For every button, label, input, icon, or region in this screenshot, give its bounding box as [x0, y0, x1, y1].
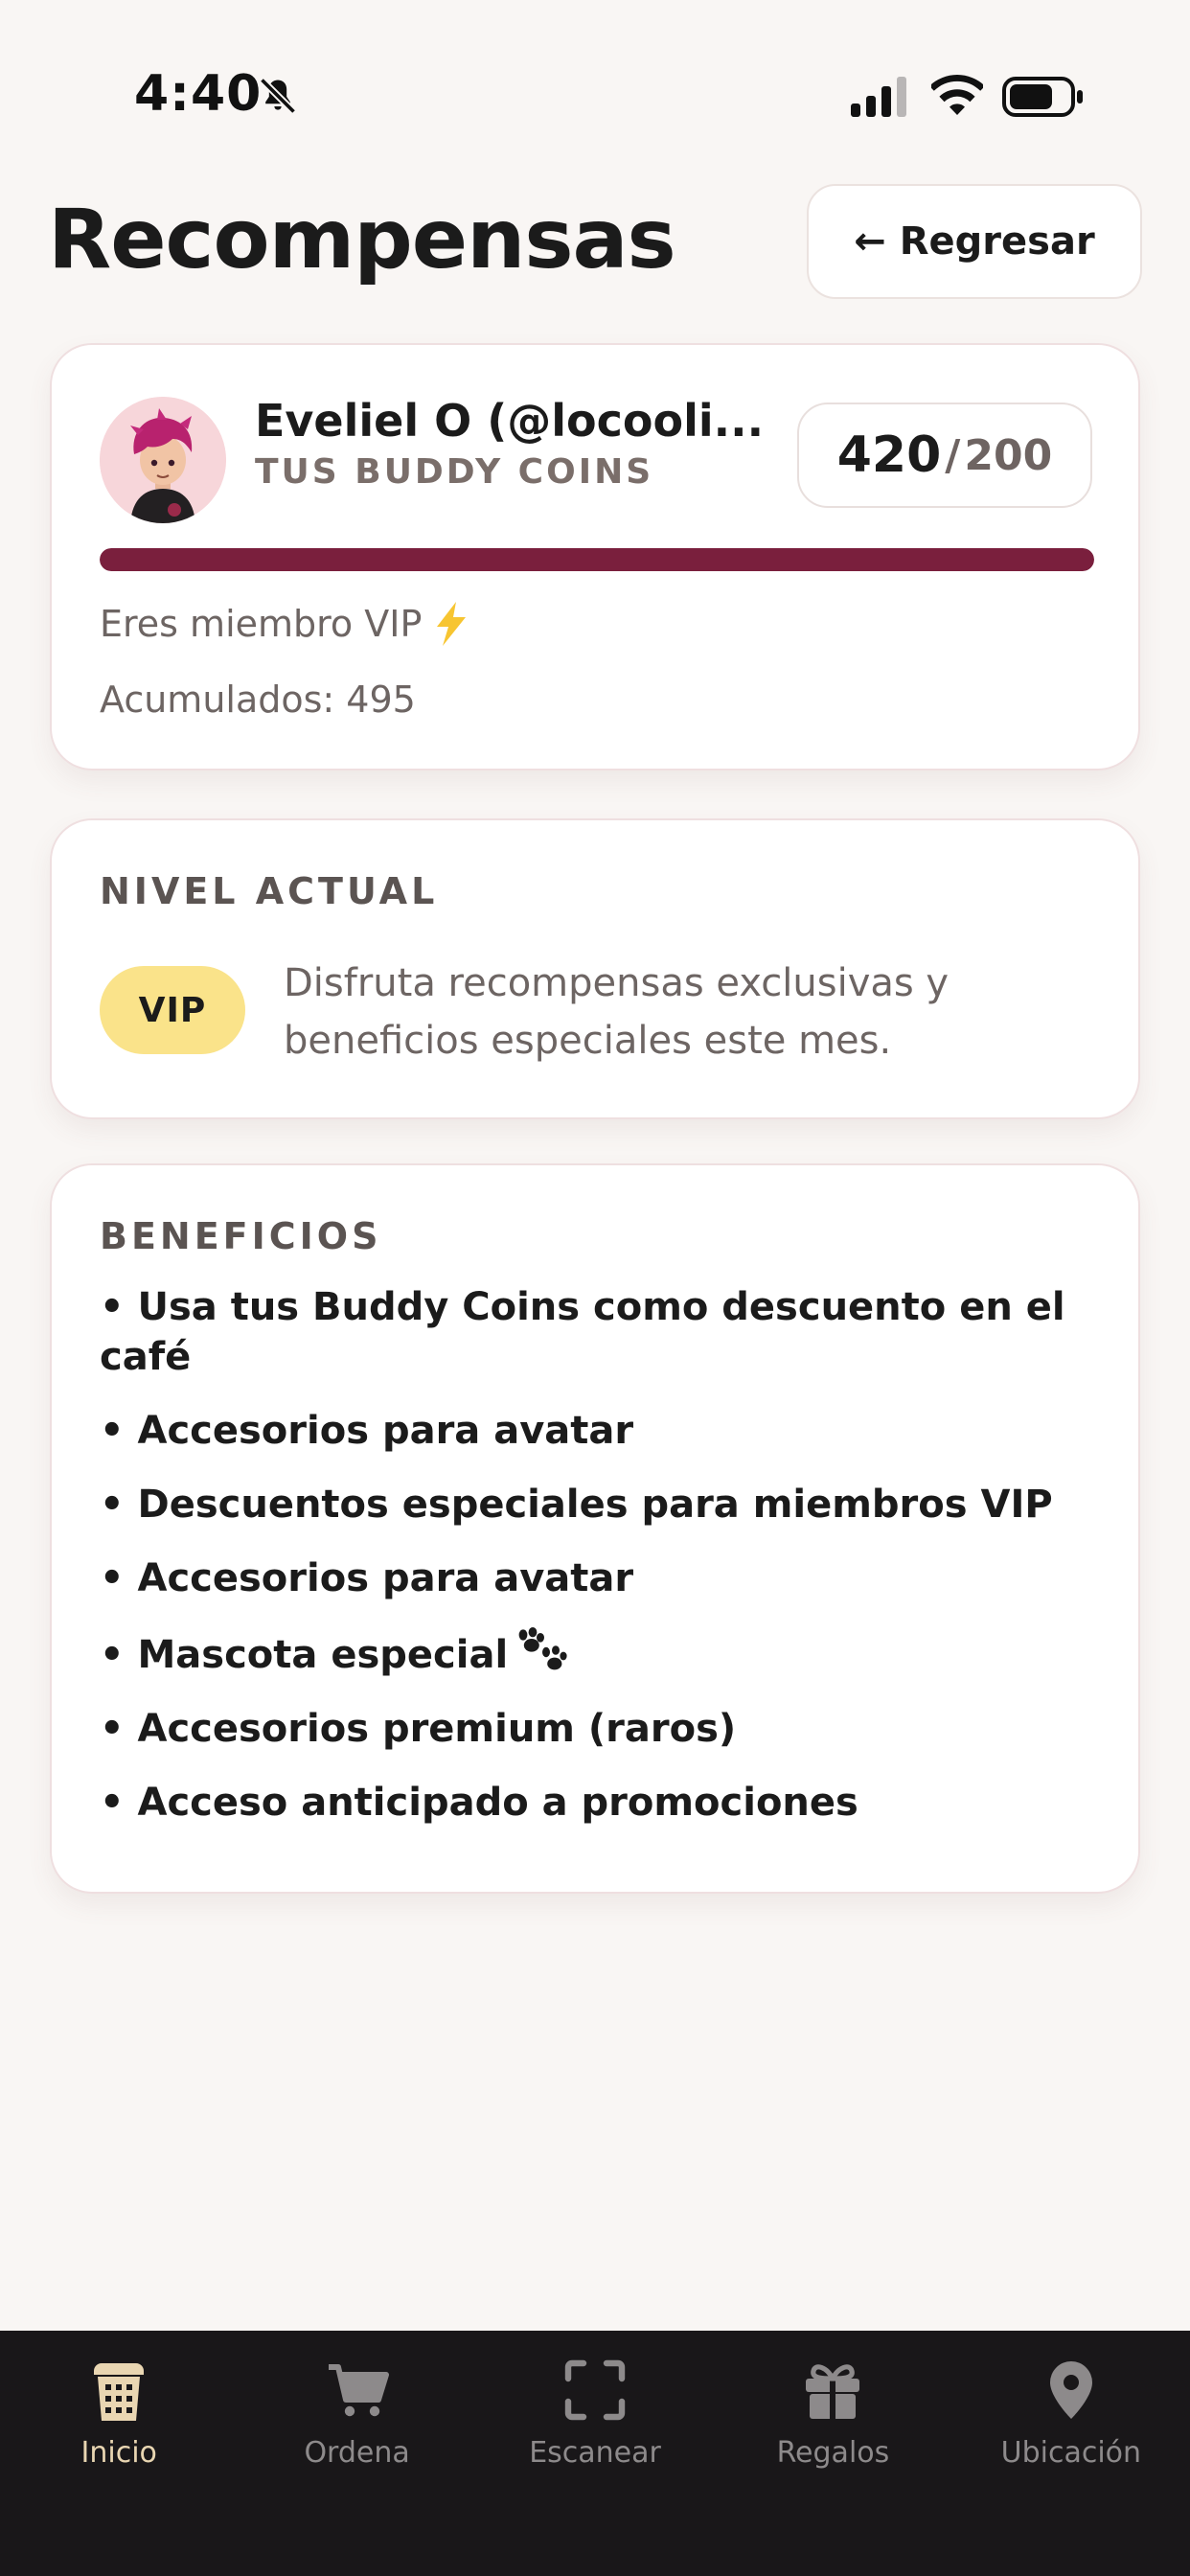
- benefit-item: • Accesorios para avatar: [100, 1556, 634, 1600]
- benefits-list: • Usa tus Buddy Coins como descuento en …: [100, 1282, 1096, 1852]
- vip-note: Eres miembro VIP: [100, 602, 468, 646]
- coins-balance: 420 / 200: [797, 402, 1092, 508]
- location-pin-icon: [1049, 2361, 1092, 2419]
- tab-inicio[interactable]: Inicio: [0, 2331, 238, 2576]
- level-description: Disfruta recompensas exclusivas y benefi…: [284, 961, 950, 1063]
- profile-card: Eveliel O (@locooli... TUS BUDDY COINS 4…: [50, 343, 1140, 770]
- lightning-bolt-icon: [437, 602, 467, 646]
- scan-icon: [564, 2359, 626, 2421]
- coffee-cup-icon: [94, 2363, 145, 2421]
- back-button[interactable]: ← Regresar: [807, 184, 1142, 299]
- wifi-icon: [931, 75, 983, 115]
- gift-icon: [806, 2364, 860, 2419]
- benefit-item: • Usa tus Buddy Coins como descuento en …: [100, 1285, 1065, 1379]
- avatar-character-icon: [100, 397, 226, 523]
- user-name: Eveliel O (@locooli...: [255, 395, 765, 447]
- benefit-item-text: • Mascota especial: [100, 1633, 509, 1677]
- cellular-signal-icon: [851, 77, 906, 117]
- tab-ordena[interactable]: Ordena: [238, 2331, 475, 2576]
- status-time: 4:40: [134, 65, 263, 123]
- coins-label: TUS BUDDY COINS: [255, 452, 654, 492]
- tab-escanear[interactable]: Escanear: [476, 2331, 714, 2576]
- tab-regalos[interactable]: Regalos: [714, 2331, 951, 2576]
- paw-prints-icon: [518, 1627, 567, 1670]
- coins-progress-fill: [100, 548, 1094, 571]
- coins-separator: /: [945, 430, 961, 480]
- level-card: NIVEL ACTUAL VIP Disfruta recompensas ex…: [50, 818, 1140, 1119]
- vip-badge: VIP: [100, 966, 245, 1054]
- benefit-item: • Mascota especial: [100, 1627, 1096, 1680]
- coins-progress-bar: [100, 548, 1094, 571]
- avatar[interactable]: [100, 397, 226, 523]
- tab-label: Ubicación: [1000, 2436, 1142, 2470]
- benefit-item: • Descuentos especiales para miembros VI…: [100, 1483, 1053, 1527]
- back-button-label: ← Regresar: [854, 219, 1095, 264]
- benefit-item: • Accesorios para avatar: [100, 1409, 634, 1453]
- battery-icon: [1002, 77, 1083, 117]
- vip-note-text: Eres miembro VIP: [100, 603, 423, 645]
- coins-current: 420: [836, 426, 942, 484]
- bell-off-icon: [259, 77, 297, 115]
- bottom-tab-bar: Inicio Ordena Escanear Regalos Ubicación: [0, 2331, 1190, 2576]
- tab-label: Escanear: [529, 2436, 661, 2470]
- status-bar: 4:40: [0, 0, 1190, 192]
- benefit-item: • Acceso anticipado a promociones: [100, 1781, 858, 1825]
- tab-label: Regalos: [776, 2436, 890, 2470]
- coins-goal: 200: [964, 430, 1053, 480]
- benefits-card: BENEFICIOS • Usa tus Buddy Coins como de…: [50, 1163, 1140, 1894]
- accumulated-coins: Acumulados: 495: [100, 678, 416, 721]
- tab-label: Inicio: [80, 2436, 157, 2470]
- page-title: Recompensas: [48, 192, 676, 288]
- benefit-item: • Accesorios premium (raros): [100, 1707, 737, 1751]
- benefits-section-label: BENEFICIOS: [100, 1215, 382, 1257]
- cart-icon: [328, 2364, 389, 2417]
- level-section-label: NIVEL ACTUAL: [100, 870, 439, 912]
- tab-ubicacion[interactable]: Ubicación: [952, 2331, 1190, 2576]
- tab-label: Ordena: [304, 2436, 410, 2470]
